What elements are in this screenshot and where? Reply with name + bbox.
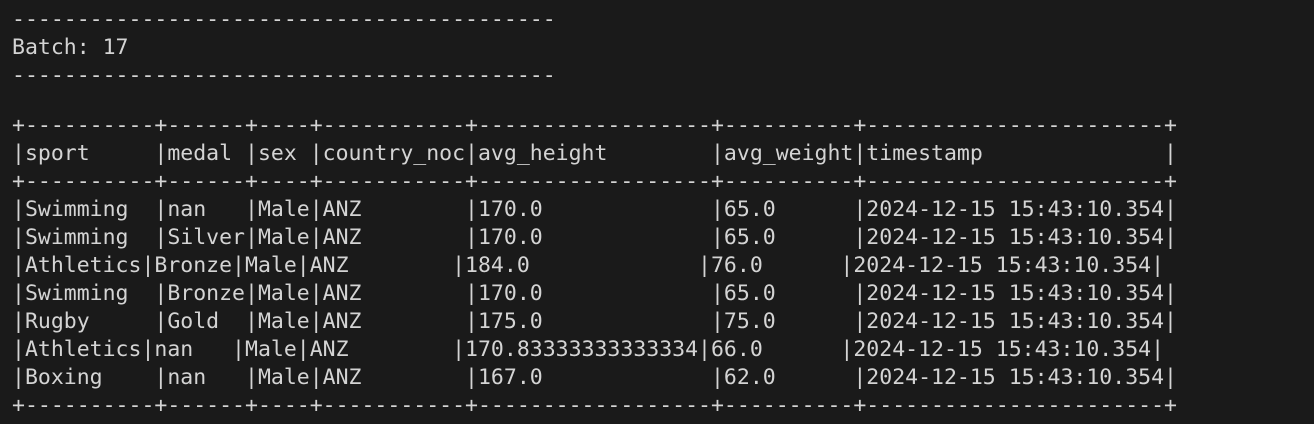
terminal-output: ----------------------------------------… xyxy=(0,0,1314,424)
table-border-bottom: +----------+------+----+-----------+----… xyxy=(12,393,1177,418)
table-row: |Athletics|nan |Male|ANZ |170.8333333333… xyxy=(12,337,1165,362)
table-header: |sport |medal |sex |country_noc|avg_heig… xyxy=(12,141,1177,166)
table-row: |Swimming |Bronze|Male|ANZ |170.0 |65.0 … xyxy=(12,281,1177,306)
table-border-top: +----------+------+----+-----------+----… xyxy=(12,113,1177,138)
batch-label: Batch: 17 xyxy=(12,35,129,60)
table-row: |Swimming |nan |Male|ANZ |170.0 |65.0 |2… xyxy=(12,197,1177,222)
table-row: |Swimming |Silver|Male|ANZ |170.0 |65.0 … xyxy=(12,225,1177,250)
results-table: +----------+------+----+-----------+----… xyxy=(12,112,1314,420)
table-row: |Athletics|Bronze|Male|ANZ |184.0 |76.0 … xyxy=(12,253,1165,278)
separator-line: ----------------------------------------… xyxy=(12,63,556,88)
table-row: |Rugby |Gold |Male|ANZ |175.0 |75.0 |202… xyxy=(12,309,1177,334)
separator-line: ----------------------------------------… xyxy=(12,7,556,32)
table-row: |Boxing |nan |Male|ANZ |167.0 |62.0 |202… xyxy=(12,365,1177,390)
table-border-header: +----------+------+----+-----------+----… xyxy=(12,169,1177,194)
